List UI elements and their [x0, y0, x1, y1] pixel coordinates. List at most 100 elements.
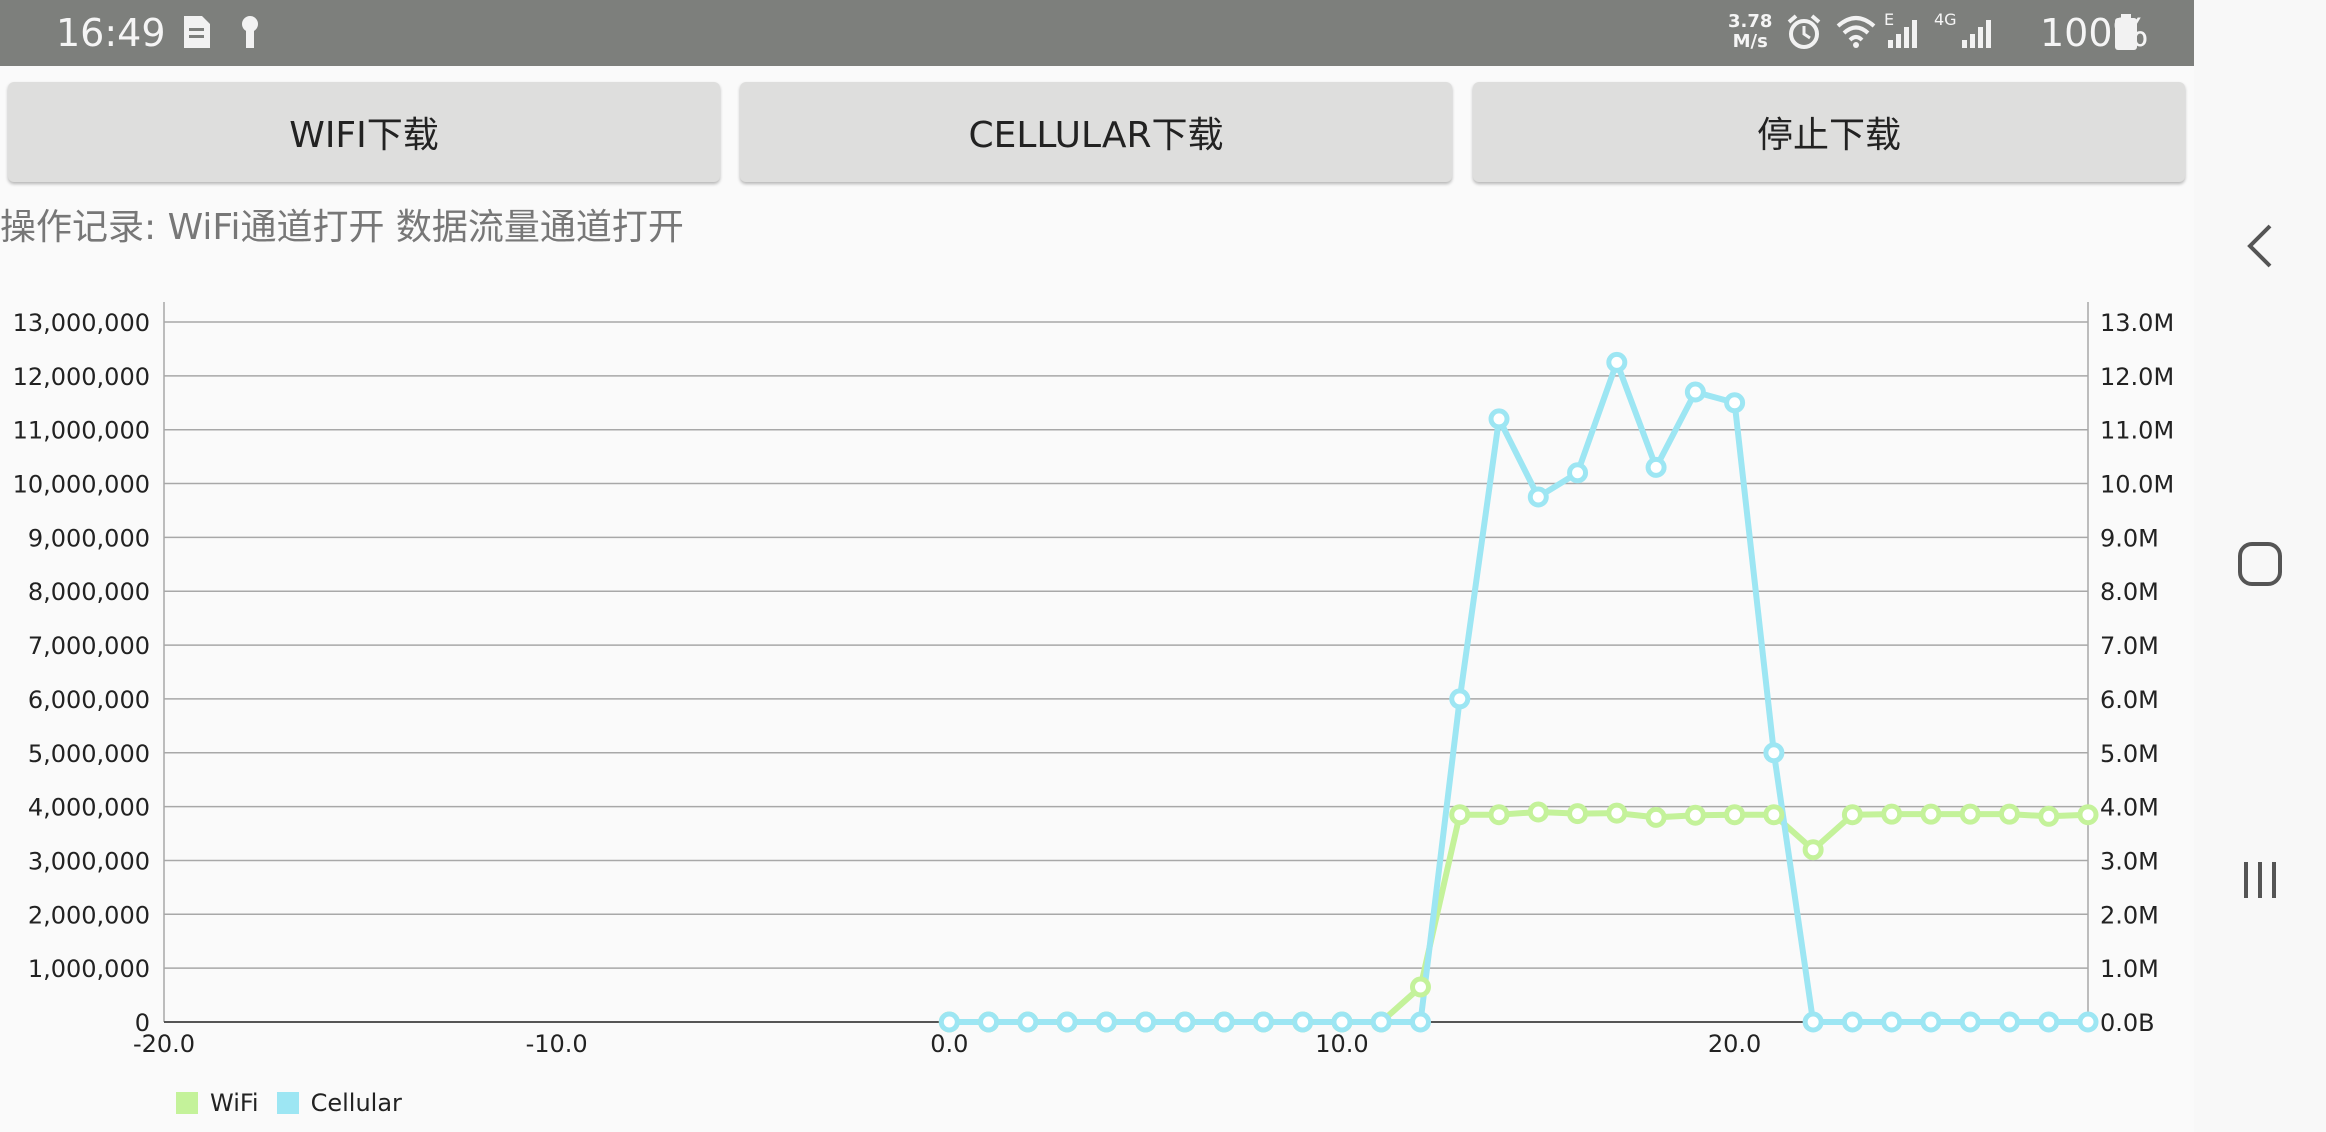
data-point-wifi [1567, 803, 1589, 825]
data-point-wifi [1488, 804, 1510, 826]
data-point-wifi [2038, 805, 2060, 827]
legend-item-cellular: Cellular [276, 1089, 402, 1117]
data-point-cellular [1881, 1011, 1903, 1033]
legend-swatch-cellular [276, 1092, 299, 1114]
legend-label-wifi: WiFi [210, 1089, 259, 1117]
data-point-cellular [938, 1011, 960, 1033]
legend-swatch-wifi [176, 1092, 198, 1114]
recents-icon[interactable] [2220, 840, 2300, 920]
sim-card-icon [184, 16, 210, 48]
back-icon[interactable] [2220, 206, 2300, 286]
data-point-cellular [1802, 1011, 1824, 1033]
data-point-wifi [2077, 804, 2099, 826]
y-tick-label-right: 2.0M [2100, 901, 2159, 929]
data-point-cellular [1998, 1011, 2020, 1033]
y-tick-label-right: 7.0M [2100, 632, 2159, 660]
data-point-cellular [1331, 1011, 1353, 1033]
data-point-cellular [978, 1011, 1000, 1033]
data-point-cellular [1724, 392, 1746, 414]
signal-icon [1888, 20, 1917, 48]
data-point-cellular [1567, 462, 1589, 484]
series [938, 351, 2099, 1033]
data-point-cellular [1174, 1011, 1196, 1033]
data-point-cellular [1527, 486, 1549, 508]
chart-legend: WiFi Cellular [176, 1088, 420, 1118]
data-point-cellular [1841, 1011, 1863, 1033]
y-tick-label-right: 4.0M [2100, 794, 2159, 822]
wifi-icon [1836, 16, 1876, 48]
y-tick-label-right: 6.0M [2100, 686, 2159, 714]
y-tick-label-left: 2,000,000 [28, 901, 150, 929]
data-point-wifi [1959, 803, 1981, 825]
axes: 0 0.0B1,000,000 1.0M2,000,000 2.0M3,000,000… [13, 302, 2174, 1058]
series-line-cellular [949, 359, 2088, 1025]
traffic-chart: 0 0.0B1,000,000 1.0M2,000,000 2.0M3,000,000… [13, 302, 2174, 1058]
y-tick-label-right: 13.0M [2100, 309, 2174, 337]
stop-download-button[interactable]: 停止下载 [1473, 82, 2185, 182]
data-point-wifi [1841, 804, 1863, 826]
data-point-wifi [1881, 803, 1903, 825]
data-point-cellular [1488, 408, 1510, 430]
y-tick-label-left: 11,000,000 [13, 417, 150, 445]
data-point-cellular [1449, 688, 1471, 710]
signal-icon [1962, 20, 1991, 48]
series-line-wifi [949, 809, 2089, 1025]
x-tick-label: -10.0 [526, 1030, 588, 1058]
operation-log: 操作记录: WiFi通道打开 数据流量通道打开 [0, 207, 684, 248]
data-point-cellular [1920, 1011, 1942, 1033]
y-tick-label-right: 5.0M [2100, 740, 2159, 768]
legend-label-cellular: Cellular [310, 1089, 402, 1117]
status-time: 16:49 [56, 11, 166, 55]
x-tick-label: 20.0 [1708, 1030, 1761, 1058]
x-tick-label: -20.0 [133, 1030, 195, 1058]
data-point-wifi [1724, 804, 1746, 826]
data-point-cellular [1017, 1011, 1039, 1033]
y-tick-label-left: 12,000,000 [13, 363, 150, 391]
data-point-wifi [1606, 802, 1628, 824]
y-tick-label-left: 8,000,000 [28, 578, 150, 606]
network-type-4g: 4G [1934, 10, 1957, 29]
wifi-download-button[interactable]: WIFI下载 [8, 82, 720, 182]
data-point-cellular [1370, 1011, 1392, 1033]
x-tick-label: 10.0 [1315, 1030, 1368, 1058]
x-tick-label: 0.0 [930, 1030, 968, 1058]
y-tick-label-left: 1,000,000 [28, 955, 150, 983]
data-point-wifi [1449, 804, 1471, 826]
data-point-cellular [1292, 1011, 1314, 1033]
alarm-icon [1787, 14, 1821, 49]
y-tick-label-right: 12.0M [2100, 363, 2174, 391]
y-tick-label-left: 3,000,000 [28, 847, 150, 875]
data-point-cellular [1213, 1011, 1235, 1033]
y-tick-label-right: 0.0B [2100, 1009, 2155, 1037]
data-point-wifi [1920, 803, 1942, 825]
y-tick-label-right: 11.0M [2100, 417, 2174, 445]
y-tick-label-left: 7,000,000 [28, 632, 150, 660]
legend-item-wifi: WiFi [176, 1089, 259, 1117]
cellular-download-button[interactable]: CELLULAR下载 [740, 82, 1452, 182]
data-point-wifi [1409, 976, 1431, 998]
data-point-cellular [2077, 1011, 2099, 1033]
data-point-wifi [1527, 801, 1549, 823]
data-point-wifi [1802, 839, 1824, 861]
y-tick-label-left: 4,000,000 [28, 794, 150, 822]
battery-icon [2115, 14, 2137, 50]
y-tick-label-right: 8.0M [2100, 578, 2159, 606]
status-bar: 16:49 3.78 M/s E 4G 100% [0, 0, 2194, 66]
data-point-cellular [1763, 742, 1785, 764]
y-tick-label-right: 1.0M [2100, 955, 2159, 983]
data-point-cellular [1095, 1011, 1117, 1033]
y-tick-label-left: 13,000,000 [13, 309, 150, 337]
navigation-bar [2194, 0, 2326, 1132]
key-icon [242, 16, 258, 48]
data-point-cellular [1056, 1011, 1078, 1033]
data-point-cellular [1252, 1011, 1274, 1033]
home-icon[interactable] [2220, 524, 2300, 604]
y-tick-label-right: 9.0M [2100, 524, 2159, 552]
data-point-wifi [1998, 803, 2020, 825]
y-tick-label-right: 3.0M [2100, 847, 2159, 875]
data-point-wifi [1763, 804, 1785, 826]
y-tick-label-left: 5,000,000 [28, 740, 150, 768]
data-point-wifi [1684, 804, 1706, 826]
data-point-cellular [1684, 381, 1706, 403]
y-tick-label-left: 6,000,000 [28, 686, 150, 714]
